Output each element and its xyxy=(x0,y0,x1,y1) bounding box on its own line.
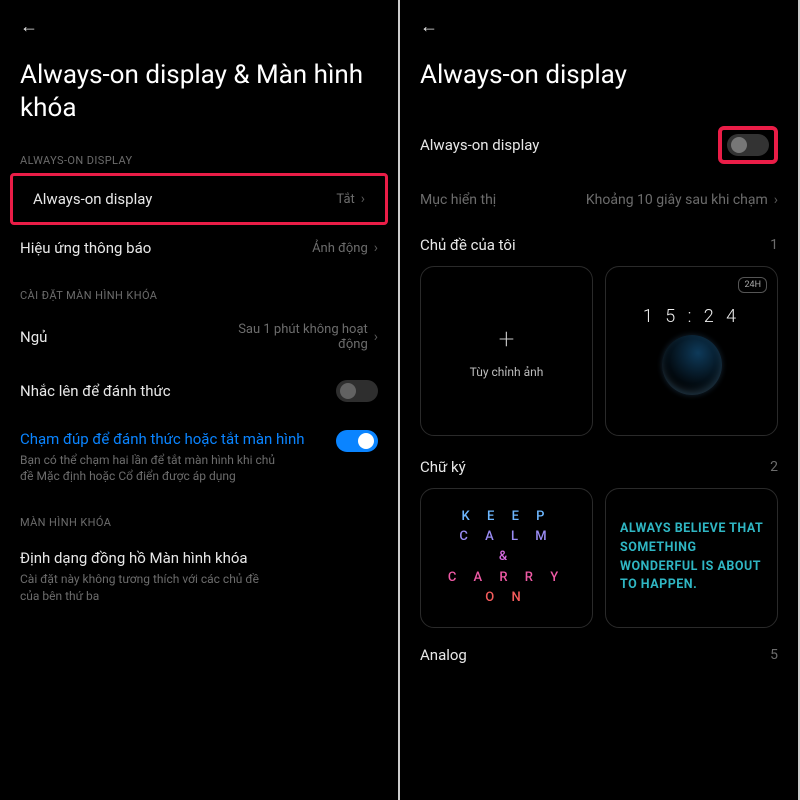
custom-image-label: Tùy chỉnh ảnh xyxy=(470,365,544,379)
chevron-right-icon: › xyxy=(374,240,378,256)
signatures-label: Chữ ký xyxy=(420,458,466,476)
planet-icon xyxy=(662,335,722,395)
back-icon[interactable]: ← xyxy=(20,16,38,37)
chevron-right-icon: › xyxy=(774,192,778,208)
display-items-label: Mục hiển thị xyxy=(420,192,496,208)
always-on-display-row[interactable]: Always-on display Tắt › xyxy=(10,173,388,225)
signatures-count: 2 xyxy=(770,459,778,475)
aod-row-label: Always-on display xyxy=(33,190,152,208)
signature-card-always[interactable]: ALWAYS BELIEVE THAT SOMETHING WONDERFUL … xyxy=(605,488,778,628)
my-themes-label: Chủ đề của tôi xyxy=(420,236,516,254)
back-icon[interactable]: ← xyxy=(420,16,438,37)
custom-image-card[interactable]: + Tùy chỉnh ảnh xyxy=(420,266,593,436)
always-believe-text: ALWAYS BELIEVE THAT SOMETHING WONDERFUL … xyxy=(616,520,767,595)
analog-heading: Analog 5 xyxy=(400,636,798,668)
aod-toggle-row: Always-on display xyxy=(400,112,798,178)
page-title-right: Always-on display xyxy=(400,45,798,112)
screen-right: ← Always-on display Always-on display Mụ… xyxy=(400,0,800,800)
analog-label: Analog xyxy=(420,646,467,664)
clock-text: 1 5 : 2 4 xyxy=(643,306,740,327)
notification-effect-row[interactable]: Hiệu ứng thông báo Ảnh động › xyxy=(0,225,398,271)
section-lock-label: CÀI ĐẶT MÀN HÌNH KHÓA xyxy=(0,279,398,308)
display-items-value: Khoảng 10 giây sau khi chạm xyxy=(586,192,768,208)
keepcalm-text: K E E P C A L M & C A R R Y O N xyxy=(448,507,565,608)
aod-toggle-label: Always-on display xyxy=(420,136,539,154)
clock-format-label: Định dạng đồng hồ Màn hình khóa xyxy=(20,549,378,567)
aod-toggle[interactable] xyxy=(727,134,769,156)
screen-left: ← Always-on display & Màn hình khóa ALWA… xyxy=(0,0,400,800)
my-themes-heading: Chủ đề của tôi 1 xyxy=(400,222,798,258)
clock-theme-card[interactable]: 24H 1 5 : 2 4 xyxy=(605,266,778,436)
sleep-row-value: Sau 1 phút không hoạt động xyxy=(218,322,368,352)
aod-row-value: Tắt xyxy=(336,192,354,207)
section-aod-label: ALWAYS-ON DISPLAY xyxy=(0,144,398,173)
aod-toggle-highlight xyxy=(718,126,778,164)
header-right: ← xyxy=(400,0,798,45)
signature-card-keepcalm[interactable]: K E E P C A L M & C A R R Y O N xyxy=(420,488,593,628)
themes-grid: + Tùy chỉnh ảnh 24H 1 5 : 2 4 xyxy=(400,258,798,444)
sleep-row-label: Ngủ xyxy=(20,328,47,346)
double-tap-toggle[interactable] xyxy=(336,430,378,452)
double-tap-row-label: Chạm đúp để đánh thức hoặc tắt màn hình xyxy=(20,430,326,448)
raise-row-label: Nhắc lên để đánh thức xyxy=(20,382,171,400)
double-tap-row-sub: Bạn có thể chạm hai lần để tắt màn hình … xyxy=(20,448,280,484)
raise-to-wake-toggle[interactable] xyxy=(336,380,378,402)
display-items-row[interactable]: Mục hiển thị Khoảng 10 giây sau khi chạm… xyxy=(400,178,798,222)
notif-row-label: Hiệu ứng thông báo xyxy=(20,239,151,257)
section-lockscreen-label: MÀN HÌNH KHÓA xyxy=(0,506,398,535)
clock-format-sub: Cài đặt này không tương thích với các ch… xyxy=(20,567,280,603)
analog-count: 5 xyxy=(770,647,778,663)
double-tap-row[interactable]: Chạm đúp để đánh thức hoặc tắt màn hình … xyxy=(0,416,398,498)
raise-to-wake-row[interactable]: Nhắc lên để đánh thức xyxy=(0,366,398,416)
clock-format-row[interactable]: Định dạng đồng hồ Màn hình khóa Cài đặt … xyxy=(0,535,398,617)
signatures-heading: Chữ ký 2 xyxy=(400,444,798,480)
notif-row-value: Ảnh động xyxy=(312,241,368,256)
header-left: ← xyxy=(0,0,398,45)
chevron-right-icon: › xyxy=(374,329,378,345)
badge-24h: 24H xyxy=(738,277,767,293)
sleep-row[interactable]: Ngủ Sau 1 phút không hoạt động › xyxy=(0,308,398,366)
plus-icon: + xyxy=(499,322,515,355)
chevron-right-icon: › xyxy=(361,191,365,207)
page-title-left: Always-on display & Màn hình khóa xyxy=(0,45,398,144)
signatures-grid: K E E P C A L M & C A R R Y O N ALWAYS B… xyxy=(400,480,798,636)
my-themes-count: 1 xyxy=(770,237,778,253)
